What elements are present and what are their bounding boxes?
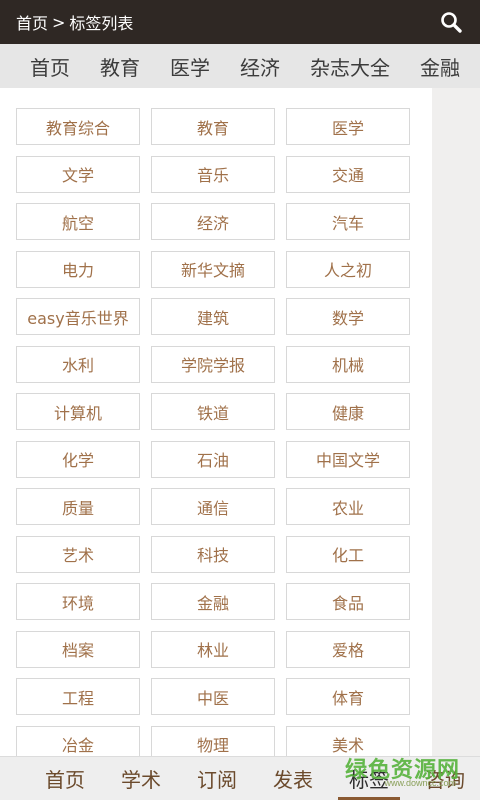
- tag-button[interactable]: 金融: [151, 583, 275, 620]
- breadcrumb-separator: >: [52, 12, 66, 32]
- watermark-logo: 绿色资源网 www.downcc.com: [310, 752, 460, 794]
- category-medicine[interactable]: 医学: [170, 52, 210, 81]
- breadcrumb: 首页 > 标签列表: [16, 10, 133, 34]
- tag-button[interactable]: 铁道: [151, 393, 275, 430]
- category-magazines[interactable]: 杂志大全: [310, 52, 390, 81]
- tag-button[interactable]: 环境: [16, 583, 140, 620]
- tag-button[interactable]: 电力: [16, 250, 140, 288]
- tag-button[interactable]: 工程: [16, 678, 140, 715]
- tag-button[interactable]: 水利: [16, 345, 140, 383]
- tag-button[interactable]: 新华文摘: [151, 250, 275, 288]
- category-education[interactable]: 教育: [100, 52, 140, 81]
- breadcrumb-current: 标签列表: [69, 14, 134, 33]
- tag-button[interactable]: 音乐: [151, 155, 275, 193]
- tab-academic[interactable]: 学术: [106, 757, 176, 800]
- tag-button[interactable]: 林业: [151, 630, 275, 668]
- top-bar: 首页 > 标签列表: [0, 0, 480, 44]
- tag-button[interactable]: 农业: [286, 488, 410, 525]
- category-finance[interactable]: 金融: [420, 52, 460, 81]
- tag-button[interactable]: 食品: [286, 583, 410, 620]
- tab-home[interactable]: 首页: [30, 757, 100, 800]
- tag-button[interactable]: 医学: [286, 108, 410, 145]
- tag-button[interactable]: 中医: [151, 678, 275, 715]
- tag-button[interactable]: 汽车: [286, 203, 410, 240]
- category-economics[interactable]: 经济: [240, 52, 280, 81]
- tag-button[interactable]: 化学: [16, 440, 140, 478]
- tag-button[interactable]: 爱格: [286, 630, 410, 668]
- tag-button[interactable]: 航空: [16, 203, 140, 240]
- tag-button[interactable]: 质量: [16, 488, 140, 525]
- category-home[interactable]: 首页: [30, 52, 70, 81]
- tag-button[interactable]: 艺术: [16, 535, 140, 573]
- tag-button[interactable]: 经济: [151, 203, 275, 240]
- tab-subscribe[interactable]: 订阅: [182, 757, 252, 800]
- breadcrumb-home[interactable]: 首页: [16, 10, 48, 34]
- tag-button[interactable]: 文学: [16, 155, 140, 193]
- tag-button[interactable]: 化工: [286, 535, 410, 573]
- tag-button[interactable]: 中国文学: [286, 440, 410, 478]
- tag-button[interactable]: 档案: [16, 630, 140, 668]
- tag-button[interactable]: 科技: [151, 535, 275, 573]
- tag-button[interactable]: easy音乐世界: [16, 298, 140, 335]
- tag-button[interactable]: 机械: [286, 345, 410, 383]
- tag-button[interactable]: 人之初: [286, 250, 410, 288]
- tag-button[interactable]: 计算机: [16, 393, 140, 430]
- search-button[interactable]: [436, 7, 466, 37]
- tag-button[interactable]: 石油: [151, 440, 275, 478]
- tag-button[interactable]: 物理: [151, 725, 275, 756]
- watermark-subtitle: www.downcc.com: [384, 778, 456, 788]
- tag-button[interactable]: 通信: [151, 488, 275, 525]
- tag-button[interactable]: 数学: [286, 298, 410, 335]
- tag-button[interactable]: 冶金: [16, 725, 140, 756]
- tag-button[interactable]: 建筑: [151, 298, 275, 335]
- tag-button[interactable]: 学院学报: [151, 345, 275, 383]
- tag-button[interactable]: 教育: [151, 108, 275, 145]
- tag-button[interactable]: 交通: [286, 155, 410, 193]
- search-icon: [441, 12, 462, 33]
- tag-button[interactable]: 健康: [286, 393, 410, 430]
- tag-button[interactable]: 教育综合: [16, 108, 140, 145]
- tag-list-panel: 教育综合 教育 医学文学 音乐 交通航空 经济 汽车电力 新华文摘 人之初 easy音乐世界 建筑数…: [0, 88, 432, 756]
- tag-grid: 教育综合 教育 医学文学 音乐 交通航空 经济 汽车电力 新华文摘 人之初 easy音乐世界 建筑数…: [16, 108, 410, 756]
- category-nav: 首页 教育 医学 经济 杂志大全 金融: [0, 44, 480, 88]
- tag-button[interactable]: 体育: [286, 678, 410, 715]
